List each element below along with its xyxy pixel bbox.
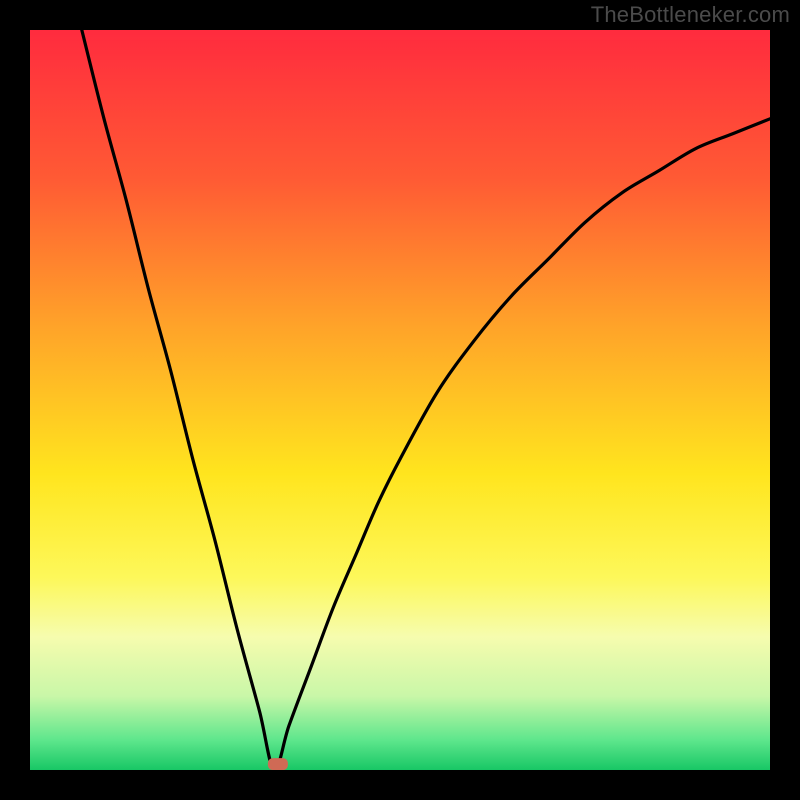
gradient-background bbox=[30, 30, 770, 770]
chart-frame: TheBottleneker.com bbox=[0, 0, 800, 800]
minimum-marker bbox=[268, 758, 288, 770]
plot-area bbox=[30, 30, 770, 770]
watermark-label: TheBottleneker.com bbox=[591, 2, 790, 28]
plot-svg bbox=[30, 30, 770, 770]
